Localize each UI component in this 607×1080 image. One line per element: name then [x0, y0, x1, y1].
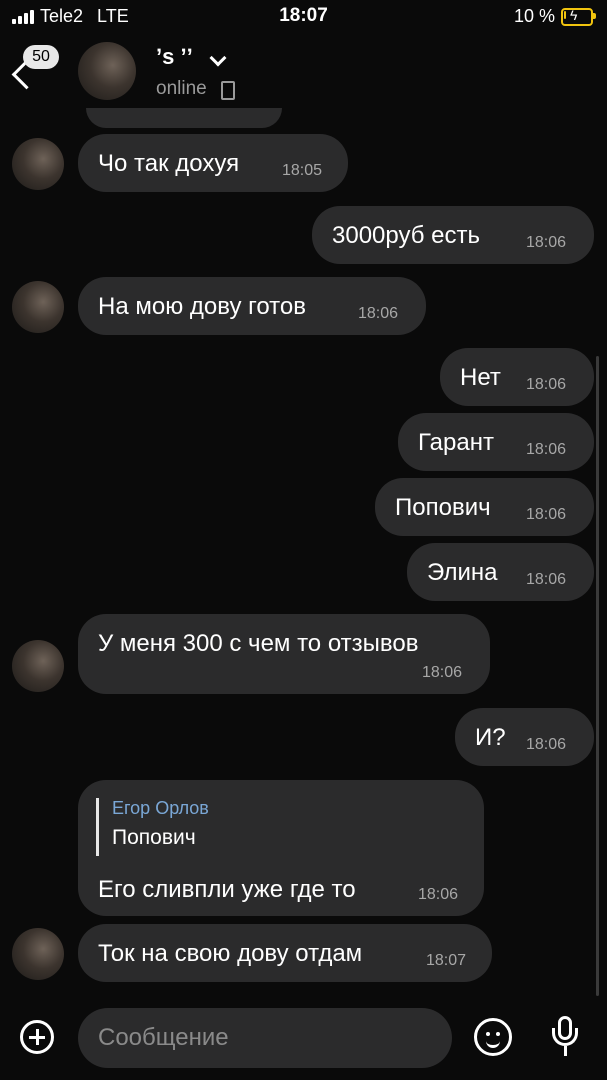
message-text: Его сливпли уже где то: [98, 876, 356, 903]
message-time: 18:06: [526, 736, 567, 753]
status-bar: Tele2 LTE 18:07 10 % ϟ: [0, 0, 607, 34]
contact-avatar[interactable]: [78, 42, 136, 100]
scrollbar[interactable]: [596, 356, 599, 996]
message-bubble-outgoing[interactable]: И? 18:06: [455, 708, 594, 766]
message-time: 18:06: [358, 305, 399, 322]
message-bubble-incoming-reply[interactable]: Егор Орлов Попович Его сливпли уже где т…: [78, 780, 484, 916]
contact-status: online: [156, 78, 207, 99]
contact-name[interactable]: ʼs ʼʼ: [156, 44, 193, 70]
battery-icon: ϟ: [561, 6, 596, 26]
message-time: 18:06: [526, 506, 567, 523]
message-text: Чо так дохуя: [98, 150, 240, 177]
message-time: 18:05: [282, 162, 323, 179]
message-text: Попович: [395, 494, 491, 521]
reply-quoted-text: Попович: [112, 826, 196, 849]
message-text: У меня 300 с чем то отзывов: [98, 630, 419, 657]
battery-percent: 10 %: [513, 6, 555, 26]
message-time: 18:06: [526, 441, 567, 458]
message-bubble-partial: [86, 108, 282, 128]
message-text: Гарант: [418, 429, 494, 456]
message-text: Элина: [427, 559, 498, 586]
message-bubble-incoming[interactable]: У меня 300 с чем то отзывов 18:06: [78, 614, 490, 694]
message-input[interactable]: [78, 1008, 452, 1068]
message-bubble-outgoing[interactable]: 3000руб есть 18:06: [312, 206, 594, 264]
message-time: 18:07: [426, 952, 467, 969]
phone-icon: [221, 81, 235, 100]
message-text: 3000руб есть: [332, 222, 480, 249]
sender-avatar[interactable]: [12, 640, 64, 692]
message-bubble-outgoing[interactable]: Элина 18:06: [407, 543, 594, 601]
charging-bolt-icon: ϟ: [570, 6, 578, 23]
chat-header: 50 ʼs ʼʼ online: [0, 34, 607, 114]
reply-quote-bar: [96, 798, 99, 856]
message-bubble-outgoing[interactable]: Гарант 18:06: [398, 413, 594, 471]
message-time: 18:06: [526, 376, 567, 393]
message-bubble-incoming[interactable]: Чо так дохуя 18:05: [78, 134, 348, 192]
mic-stem: [564, 1046, 567, 1056]
message-text: И?: [475, 724, 506, 751]
chat-screen: Tele2 LTE 18:07 10 % ϟ 50 ʼs ʼʼ online Ч…: [0, 0, 607, 1080]
emoji-eye-right: [496, 1032, 500, 1036]
message-bubble-outgoing[interactable]: Нет 18:06: [440, 348, 594, 406]
message-bubble-incoming[interactable]: На мою дову готов 18:06: [78, 277, 426, 335]
reply-author[interactable]: Егор Орлов: [112, 798, 209, 819]
message-bubble-incoming[interactable]: Ток на свою дову отдам 18:07: [78, 924, 492, 982]
message-text: Ток на свою дову отдам: [98, 940, 363, 967]
sender-avatar[interactable]: [12, 138, 64, 190]
message-time: 18:06: [526, 571, 567, 588]
unread-badge[interactable]: 50: [23, 45, 59, 69]
chevron-down-icon[interactable]: [209, 49, 227, 67]
mic-cup: [552, 1028, 578, 1046]
message-time: 18:06: [526, 234, 567, 251]
message-composer: [0, 1000, 607, 1080]
message-text: Нет: [460, 364, 501, 391]
emoji-mouth: [486, 1037, 500, 1048]
emoji-eye-left: [486, 1032, 490, 1036]
message-time: 18:06: [418, 886, 459, 903]
message-bubble-outgoing[interactable]: Попович 18:06: [375, 478, 594, 536]
status-bar-right: 10 % ϟ: [513, 6, 596, 27]
microphone-icon[interactable]: [550, 1016, 580, 1058]
battery-fill: [564, 10, 566, 19]
emoji-icon[interactable]: [474, 1018, 512, 1056]
sender-avatar[interactable]: [12, 281, 64, 333]
message-time: 18:06: [422, 664, 463, 681]
message-text: На мою дову готов: [98, 293, 306, 320]
sender-avatar[interactable]: [12, 928, 64, 980]
plus-icon[interactable]: [20, 1020, 54, 1054]
